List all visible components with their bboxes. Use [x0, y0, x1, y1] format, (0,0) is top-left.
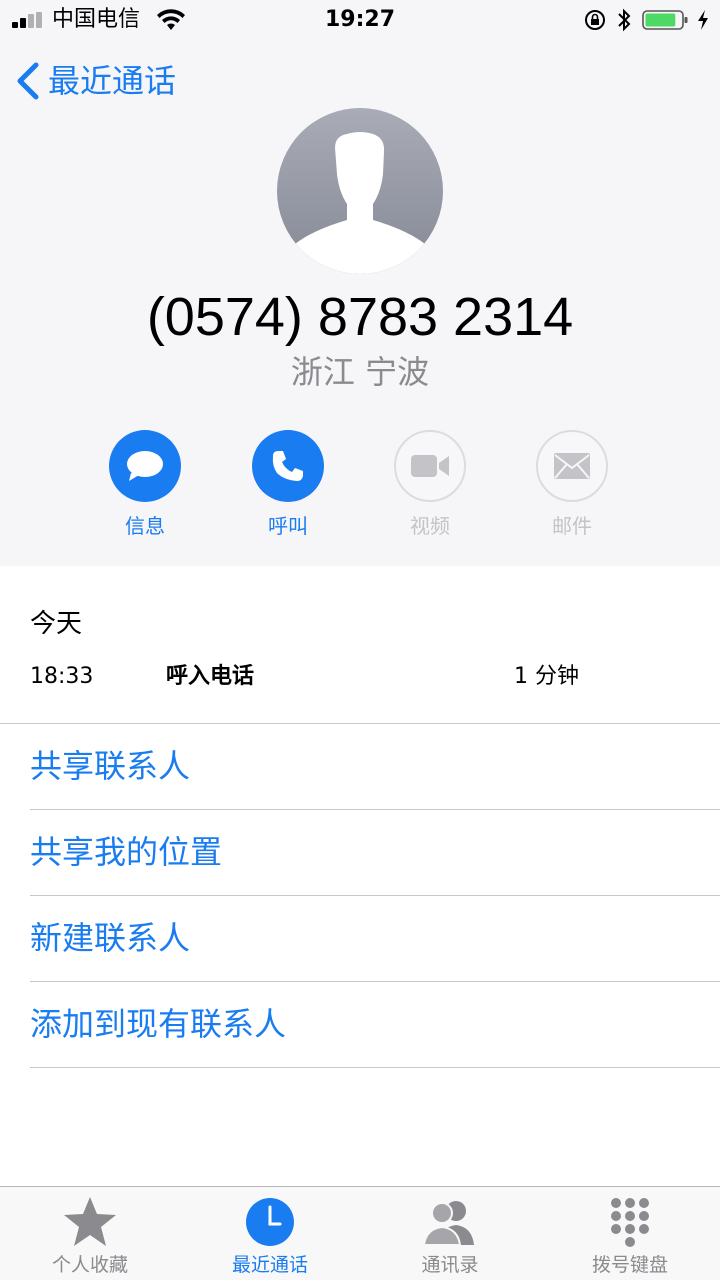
tab-keypad[interactable]: 拨号键盘	[540, 1187, 720, 1280]
share-location-option[interactable]: 共享我的位置	[30, 810, 720, 896]
status-time: 19:27	[324, 7, 396, 32]
add-to-existing-contact-option[interactable]: 添加到现有联系人	[30, 982, 720, 1068]
share-location-label: 共享我的位置	[30, 833, 223, 871]
call-history-row: 18:33 呼入电话 1 分钟	[0, 660, 720, 694]
mail-icon	[554, 453, 590, 479]
video-label: 视频	[410, 514, 450, 538]
back-button[interactable]: 最近通话	[14, 56, 176, 106]
contact-options-list: 共享联系人 共享我的位置 新建联系人 添加到现有联系人	[0, 724, 720, 1068]
tab-keypad-label: 拨号键盘	[591, 1254, 668, 1276]
status-bar: 中国电信 19:27	[0, 0, 720, 40]
avatar	[277, 108, 443, 274]
share-contact-label: 共享联系人	[30, 747, 191, 785]
person-silhouette-icon	[293, 132, 427, 274]
rotation-lock-icon	[585, 10, 605, 30]
phone-icon	[272, 451, 303, 481]
message-button[interactable]	[109, 430, 181, 502]
video-icon	[411, 455, 449, 477]
phone-number: (0574) 8783 2314	[146, 287, 574, 347]
call-action[interactable]: 呼叫	[233, 430, 343, 540]
mail-button	[536, 430, 608, 502]
tab-contacts-label: 通讯录	[421, 1254, 479, 1276]
tab-contacts[interactable]: 通讯录	[360, 1187, 540, 1280]
mail-label: 邮件	[552, 514, 592, 538]
contact-header: 最近通话 (0574) 8783 2314 浙江 宁波 信息 呼叫 视频 邮件	[0, 40, 720, 566]
video-action: 视频	[375, 430, 485, 540]
tab-recents-label: 最近通话	[231, 1254, 308, 1276]
call-time: 18:33	[30, 664, 94, 689]
message-icon	[127, 451, 163, 481]
message-action[interactable]: 信息	[90, 430, 200, 540]
recent-calls-section: 今天 18:33 呼入电话 1 分钟	[0, 566, 720, 724]
battery-icon	[642, 10, 688, 30]
call-duration: 1 分钟	[514, 664, 579, 689]
tab-bar: 个人收藏 最近通话 通讯录 拨号键盘	[0, 1186, 720, 1280]
tab-recents[interactable]: 最近通话	[180, 1187, 360, 1280]
add-to-existing-contact-label: 添加到现有联系人	[30, 1005, 287, 1043]
back-label: 最近通话	[48, 62, 177, 100]
bluetooth-icon	[618, 8, 631, 32]
message-label: 信息	[125, 514, 165, 538]
phone-location: 浙江 宁波	[290, 353, 430, 391]
create-contact-label: 新建联系人	[30, 919, 191, 957]
chevron-left-icon	[17, 62, 39, 100]
video-button	[394, 430, 466, 502]
keypad-icon	[611, 1198, 649, 1247]
contacts-icon	[422, 1201, 474, 1246]
tab-favorites-label: 个人收藏	[51, 1254, 128, 1276]
star-icon	[64, 1197, 116, 1246]
mail-action: 邮件	[517, 430, 627, 540]
share-contact-option[interactable]: 共享联系人	[30, 724, 720, 810]
clock-icon	[246, 1198, 294, 1246]
tab-favorites[interactable]: 个人收藏	[0, 1187, 180, 1280]
call-date-heading: 今天	[30, 609, 83, 639]
call-label: 呼叫	[268, 514, 308, 538]
call-type: 呼入电话	[166, 664, 255, 689]
charging-icon	[698, 10, 708, 30]
phone-screen: 中国电信 19:27 最近通话 (0574) 8783 2314 浙江 宁波 信…	[0, 0, 720, 1280]
call-button[interactable]	[252, 430, 324, 502]
create-contact-option[interactable]: 新建联系人	[30, 896, 720, 982]
